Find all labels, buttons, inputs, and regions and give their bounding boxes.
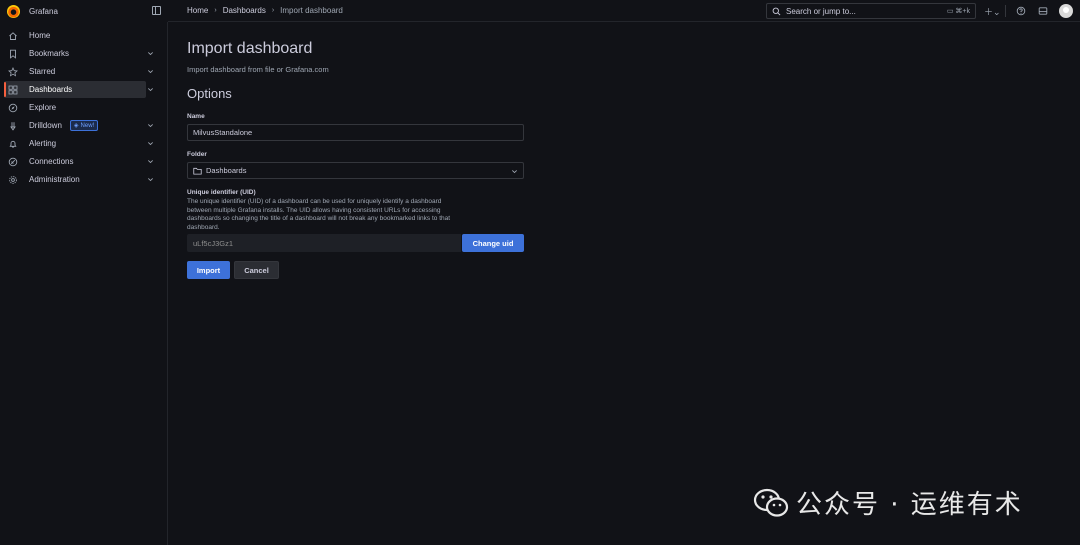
sidebar-item-drilldown[interactable]: Drilldown ◈ New!: [4, 117, 153, 134]
connections-icon: [8, 157, 18, 167]
sidebar-item-home[interactable]: Home: [4, 27, 146, 44]
sidebar-item-label: Administration: [29, 175, 80, 184]
sidebar-item-starred[interactable]: Starred: [4, 63, 153, 80]
change-uid-button[interactable]: Change uid: [462, 234, 524, 252]
dock-menu-icon[interactable]: [152, 6, 161, 15]
sidebar: Home Bookmarks Starred Dashboards Explor…: [0, 22, 168, 545]
bell-icon: [8, 139, 18, 149]
chevron-down-icon[interactable]: [147, 176, 154, 183]
watermark: 公众号 · 运维有术: [752, 484, 1023, 521]
sidebar-item-label: Home: [29, 31, 51, 40]
wechat-icon: [753, 488, 789, 517]
search-placeholder: Search or jump to...: [786, 6, 856, 16]
chevron-down-icon: [511, 168, 518, 175]
grafana-logo-icon: [7, 4, 20, 18]
breadcrumb-current: Import dashboard: [280, 6, 343, 15]
uid-description: The unique identifier (UID) of a dashboa…: [187, 198, 451, 231]
chevron-right-icon: ›: [214, 7, 217, 14]
cancel-button[interactable]: Cancel: [234, 261, 279, 279]
tag-icon: ◈: [73, 123, 79, 129]
chevron-down-icon[interactable]: [147, 158, 154, 165]
watermark-text: 公众号 · 运维有术: [796, 490, 1023, 520]
search-input[interactable]: Search or jump to... ▭ ⌘+k: [766, 3, 976, 19]
folder-icon: [193, 167, 202, 175]
sidebar-item-explore[interactable]: Explore: [4, 99, 146, 116]
page-title: Import dashboard: [187, 40, 313, 57]
avatar[interactable]: [1059, 4, 1073, 18]
drilldown-icon: [8, 121, 18, 131]
new-menu-button[interactable]: ＋⌄: [984, 5, 1001, 18]
new-badge: ◈ New!: [69, 120, 99, 131]
divider: [1005, 5, 1006, 17]
keyboard-shortcut: ▭ ⌘+k: [947, 7, 970, 15]
page-subtitle: Import dashboard from file or Grafana.co…: [187, 65, 329, 74]
breadcrumb-dashboards[interactable]: Dashboards: [223, 6, 266, 15]
compass-icon: [8, 103, 18, 113]
sidebar-item-label: Starred: [29, 67, 56, 76]
chevron-down-icon[interactable]: [147, 50, 154, 57]
brand[interactable]: Grafana: [0, 0, 168, 22]
folder-value: Dashboards: [206, 166, 247, 175]
sidebar-item-label: Dashboards: [29, 85, 73, 94]
sidebar-item-dashboards[interactable]: Dashboards: [4, 81, 153, 98]
badge-label: New!: [80, 122, 95, 129]
options-heading: Options: [187, 86, 232, 101]
uid-label: Unique identifier (UID): [187, 189, 256, 196]
home-icon: [8, 31, 18, 41]
sidebar-item-label: Alerting: [29, 139, 57, 148]
chevron-down-icon[interactable]: [147, 122, 154, 129]
bookmark-icon: [8, 49, 18, 59]
name-value: MilvusStandalone: [193, 128, 253, 137]
sidebar-item-label: Drilldown: [29, 121, 62, 130]
topbar: Home › Dashboards › Import dashboard Sea…: [168, 0, 1080, 22]
folder-select[interactable]: Dashboards: [187, 162, 524, 179]
sidebar-item-label: Explore: [29, 103, 57, 112]
chevron-down-icon[interactable]: [147, 68, 154, 75]
chevron-right-icon: ›: [271, 7, 275, 14]
breadcrumb-home[interactable]: Home: [187, 6, 208, 15]
breadcrumb: Home › Dashboards › Import dashboard: [187, 6, 343, 15]
sidebar-item-alerting[interactable]: Alerting: [4, 135, 153, 152]
sidebar-item-administration[interactable]: Administration: [4, 171, 153, 188]
sidebar-item-label: Connections: [29, 157, 74, 166]
name-label: Name: [187, 113, 205, 120]
folder-label: Folder: [187, 151, 207, 158]
shortcut-label: ⌘+k: [955, 8, 970, 15]
uid-value: uLf5cJ3Gz1: [193, 238, 234, 248]
sidebar-item-label: Bookmarks: [29, 49, 70, 58]
app-name: Grafana: [29, 6, 58, 16]
news-icon[interactable]: [1038, 6, 1048, 16]
cog-icon: [8, 175, 18, 185]
import-button[interactable]: Import: [187, 261, 230, 279]
sidebar-item-connections[interactable]: Connections: [4, 153, 153, 170]
name-field[interactable]: MilvusStandalone: [187, 124, 524, 141]
search-icon: [772, 7, 781, 16]
apps-icon: [8, 85, 18, 95]
help-icon[interactable]: [1016, 6, 1026, 16]
chevron-down-icon[interactable]: [147, 140, 154, 147]
uid-field[interactable]: uLf5cJ3Gz1: [187, 234, 461, 252]
star-icon: [8, 66, 18, 77]
sidebar-item-bookmarks[interactable]: Bookmarks: [4, 45, 153, 62]
chevron-down-icon[interactable]: [147, 86, 154, 93]
